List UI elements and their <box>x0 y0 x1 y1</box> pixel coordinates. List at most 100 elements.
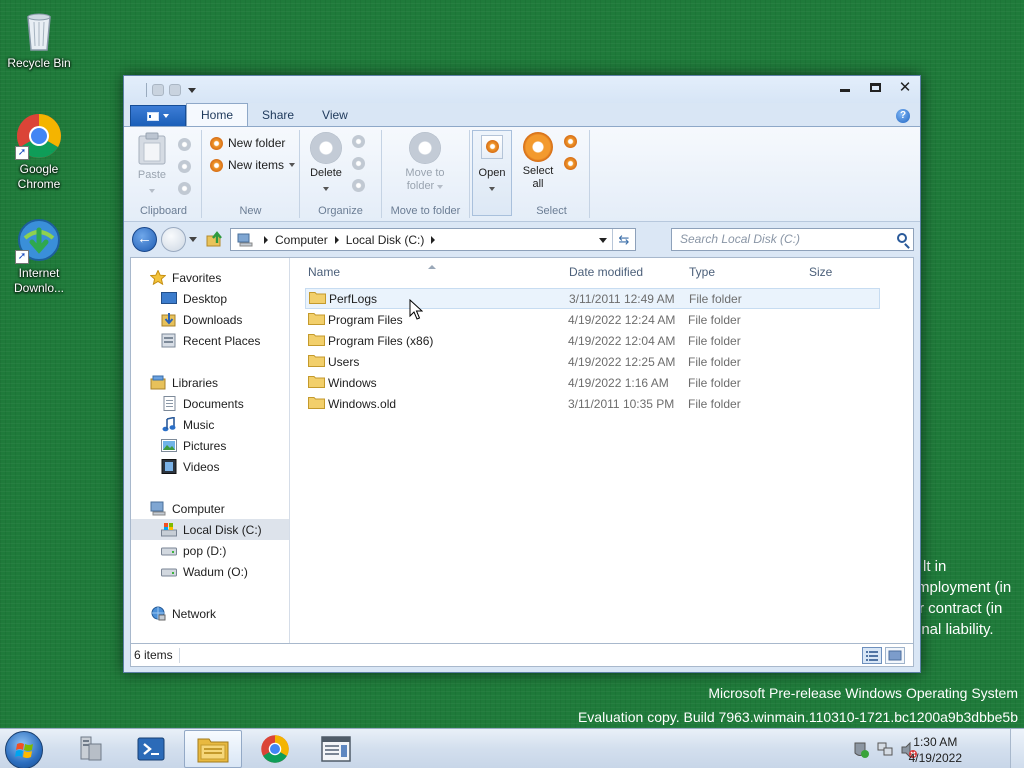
taskbar-server-manager[interactable] <box>61 730 119 768</box>
paste-button[interactable]: Paste <box>135 132 169 197</box>
sort-ascending-icon <box>428 265 436 269</box>
nav-network[interactable]: Network <box>131 603 289 624</box>
breadcrumb-separator-icon[interactable] <box>431 235 436 244</box>
breadcrumb-computer[interactable]: Computer <box>275 233 328 247</box>
up-folder-button[interactable] <box>206 231 223 248</box>
nav-desktop[interactable]: Desktop <box>131 288 289 309</box>
table-row[interactable]: Users 4/19/2022 12:25 AM File folder <box>290 351 913 372</box>
tab-share[interactable]: Share <box>248 105 308 126</box>
file-list[interactable]: Name Date modified Type Size PerfLogs 3/… <box>290 258 913 643</box>
nav-music[interactable]: Music <box>131 414 289 435</box>
file-name: Users <box>328 355 360 369</box>
nav-local-disk-c[interactable]: Local Disk (C:) <box>131 519 289 540</box>
trash-icon <box>15 6 63 54</box>
network-tray-icon[interactable] <box>876 741 894 759</box>
folder-icon <box>308 355 325 367</box>
address-history-dropdown-icon[interactable] <box>599 238 607 243</box>
recent-locations-dropdown-icon[interactable] <box>189 237 197 242</box>
forward-button[interactable] <box>161 227 186 252</box>
column-date-modified[interactable]: Date modified <box>569 265 643 279</box>
up-arrow-icon <box>206 231 222 247</box>
rename-icon[interactable] <box>352 135 365 148</box>
column-type[interactable]: Type <box>689 265 715 279</box>
back-button[interactable]: ← <box>132 227 157 252</box>
delete-button[interactable]: Delete <box>306 132 346 195</box>
invert-selection-icon[interactable] <box>564 157 577 170</box>
select-none-icon[interactable] <box>564 135 577 148</box>
taskbar-app[interactable] <box>307 730 365 768</box>
file-date: 4/19/2022 12:25 AM <box>568 355 676 369</box>
file-type: File folder <box>689 292 742 306</box>
nav-libraries[interactable]: Libraries <box>131 372 289 393</box>
customize-quick-access-icon[interactable] <box>188 87 196 93</box>
move-to-folder-button[interactable]: Move to folder <box>394 132 456 193</box>
title-bar[interactable]: ✕ <box>124 76 920 103</box>
breadcrumb-separator-icon[interactable] <box>334 235 339 244</box>
maximize-button[interactable] <box>860 76 890 98</box>
nav-drive-d[interactable]: pop (D:) <box>131 540 289 561</box>
breadcrumb-local-disk[interactable]: Local Disk (C:) <box>346 233 425 247</box>
column-size[interactable]: Size <box>809 265 832 279</box>
large-icons-view-button[interactable] <box>885 647 905 664</box>
file-menu-button[interactable] <box>130 105 186 126</box>
paste-icon <box>138 132 166 165</box>
refresh-button[interactable]: ⇆ <box>612 229 635 250</box>
new-folder-button[interactable]: New folder <box>210 136 285 150</box>
taskbar-powershell[interactable] <box>122 730 180 768</box>
nav-drive-d-label: pop (D:) <box>183 543 227 558</box>
nav-downloads[interactable]: Downloads <box>131 309 289 330</box>
select-all-line1: Select <box>522 165 554 177</box>
nav-computer[interactable]: Computer <box>131 498 289 519</box>
move-to-folder-icon <box>409 132 441 164</box>
clock[interactable]: 1:30 AM 4/19/2022 <box>909 734 962 766</box>
nav-videos[interactable]: Videos <box>131 456 289 477</box>
minimize-button[interactable] <box>830 76 860 98</box>
cut-icon[interactable] <box>178 138 191 151</box>
table-row[interactable]: Windows 4/19/2022 1:16 AM File folder <box>290 372 913 393</box>
show-desktop-button[interactable] <box>1010 729 1024 768</box>
file-type: File folder <box>688 355 741 369</box>
new-items-button[interactable]: New items <box>210 158 296 172</box>
table-row[interactable]: Program Files (x86) 4/19/2022 12:04 AM F… <box>290 330 913 351</box>
help-icon[interactable]: ? <box>896 109 910 123</box>
internet-download-manager-shortcut[interactable]: ➚ Internet Downlo... <box>1 216 77 296</box>
open-button[interactable]: Open <box>472 130 512 216</box>
file-name: Program Files (x86) <box>328 334 434 348</box>
google-chrome-shortcut[interactable]: ➚ Google Chrome <box>1 112 77 192</box>
navigation-pane[interactable]: Favorites Desktop Downloads Recent Place… <box>131 258 290 643</box>
search-input[interactable]: Search Local Disk (C:) <box>671 228 914 251</box>
action-center-icon[interactable] <box>852 741 870 759</box>
details-view-button[interactable] <box>862 647 882 664</box>
quick-access-new-folder-icon[interactable] <box>169 84 181 96</box>
nav-recent-places[interactable]: Recent Places <box>131 330 289 351</box>
copy-icon[interactable] <box>178 160 191 173</box>
chrome-label-line2: Chrome <box>17 177 61 191</box>
paste-shortcut-icon[interactable] <box>178 182 191 195</box>
taskbar-chrome[interactable] <box>246 730 304 768</box>
tab-view[interactable]: View <box>308 105 362 126</box>
breadcrumb-separator-icon[interactable] <box>264 235 268 244</box>
recycle-bin-icon[interactable]: Recycle Bin <box>1 6 77 71</box>
delete-label: Delete <box>310 167 342 179</box>
quick-access-properties-icon[interactable] <box>152 84 164 96</box>
tab-home[interactable]: Home <box>186 103 249 126</box>
properties-icon[interactable] <box>352 179 365 192</box>
file-name: Windows <box>328 376 377 390</box>
nav-favorites[interactable]: Favorites <box>131 267 289 288</box>
copy-to-icon[interactable] <box>352 157 365 170</box>
column-name[interactable]: Name <box>308 265 340 279</box>
file-date: 4/19/2022 12:24 AM <box>568 313 676 327</box>
start-button[interactable] <box>5 731 43 768</box>
address-bar[interactable]: Computer Local Disk (C:) ⇆ <box>230 228 636 251</box>
close-button[interactable]: ✕ <box>890 76 920 98</box>
table-row[interactable]: Program Files 4/19/2022 12:24 AM File fo… <box>290 309 913 330</box>
search-icon[interactable] <box>897 233 907 243</box>
select-all-button[interactable]: Select all <box>518 132 558 191</box>
table-row[interactable]: PerfLogs 3/11/2011 12:49 AM File folder <box>305 288 880 309</box>
nav-drive-o[interactable]: Wadum (O:) <box>131 561 289 582</box>
table-row[interactable]: Windows.old 3/11/2011 10:35 PM File fold… <box>290 393 913 414</box>
nav-documents[interactable]: Documents <box>131 393 289 414</box>
content-area: Favorites Desktop Downloads Recent Place… <box>130 257 914 644</box>
taskbar-file-explorer[interactable] <box>184 730 242 768</box>
nav-pictures[interactable]: Pictures <box>131 435 289 456</box>
